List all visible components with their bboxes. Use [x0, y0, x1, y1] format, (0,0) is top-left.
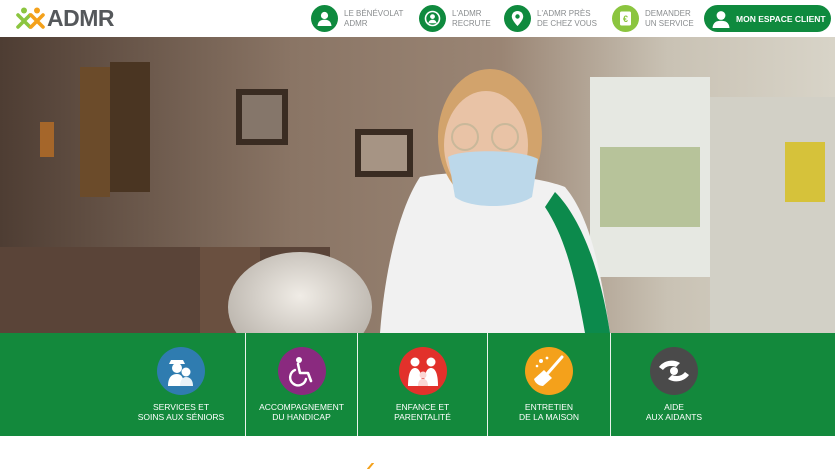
content-area — [0, 436, 835, 469]
recruit-icon — [419, 5, 446, 32]
nav-request-service[interactable]: € DEMANDER UN SERVICE — [612, 4, 694, 33]
logo-text: ADMR — [47, 5, 115, 31]
service-housekeeping[interactable]: ENTRETIEN DE LA MAISON — [488, 333, 610, 436]
service-housekeeping-label: ENTRETIEN DE LA MAISON — [519, 402, 579, 422]
wheelchair-icon — [277, 347, 326, 395]
service-caregivers[interactable]: AIDE AUX AIDANTS — [611, 333, 737, 436]
caregiver-hands-icon — [650, 347, 698, 395]
svg-text:€: € — [623, 14, 628, 24]
hero-illustration — [0, 37, 835, 333]
user-icon — [710, 8, 732, 30]
service-handicap-label: ACCOMPAGNEMENT DU HANDICAP — [259, 402, 344, 422]
service-seniors-label: SERVICES ET SOINS AUX SÉNIORS — [137, 402, 225, 422]
seniors-icon — [157, 347, 205, 395]
service-handicap[interactable]: ACCOMPAGNEMENT DU HANDICAP — [246, 333, 357, 436]
services-bar: SERVICES ET SOINS AUX SÉNIORS ACCOMPAGNEM… — [0, 333, 835, 436]
service-childhood[interactable]: ENFANCE ET PARENTALITÉ — [358, 333, 487, 436]
admr-logo[interactable]: ADMR — [16, 5, 115, 31]
site-header: ADMR LE BÉNÉVOLAT ADMR L'ADMR RECRUTE L'… — [0, 0, 835, 37]
nav-recruit[interactable]: L'ADMR RECRUTE — [419, 4, 491, 33]
admr-logo-mark-icon — [16, 7, 45, 29]
nav-recruit-label: L'ADMR RECRUTE — [452, 9, 491, 28]
nav-volunteer[interactable]: LE BÉNÉVOLAT ADMR — [311, 4, 403, 33]
nav-near-you-label: L'ADMR PRÈS DE CHEZ VOUS — [537, 9, 598, 28]
broom-icon — [525, 347, 573, 395]
nav-request-service-label: DEMANDER UN SERVICE — [645, 9, 694, 28]
volunteer-icon — [311, 5, 338, 32]
client-space-button[interactable]: MON ESPACE CLIENT — [704, 5, 831, 32]
service-request-icon: € — [612, 5, 639, 32]
location-pin-icon — [504, 5, 531, 32]
decorative-spark-icon — [367, 463, 374, 469]
hero-image — [0, 37, 835, 333]
service-seniors[interactable]: SERVICES ET SOINS AUX SÉNIORS — [117, 333, 245, 436]
client-space-label: MON ESPACE CLIENT — [736, 13, 826, 24]
service-childhood-label: ENFANCE ET PARENTALITÉ — [394, 402, 451, 422]
family-icon — [398, 347, 447, 395]
service-caregivers-label: AIDE AUX AIDANTS — [645, 402, 703, 422]
nav-volunteer-label: LE BÉNÉVOLAT ADMR — [344, 9, 404, 28]
nav-near-you[interactable]: L'ADMR PRÈS DE CHEZ VOUS — [504, 4, 597, 33]
